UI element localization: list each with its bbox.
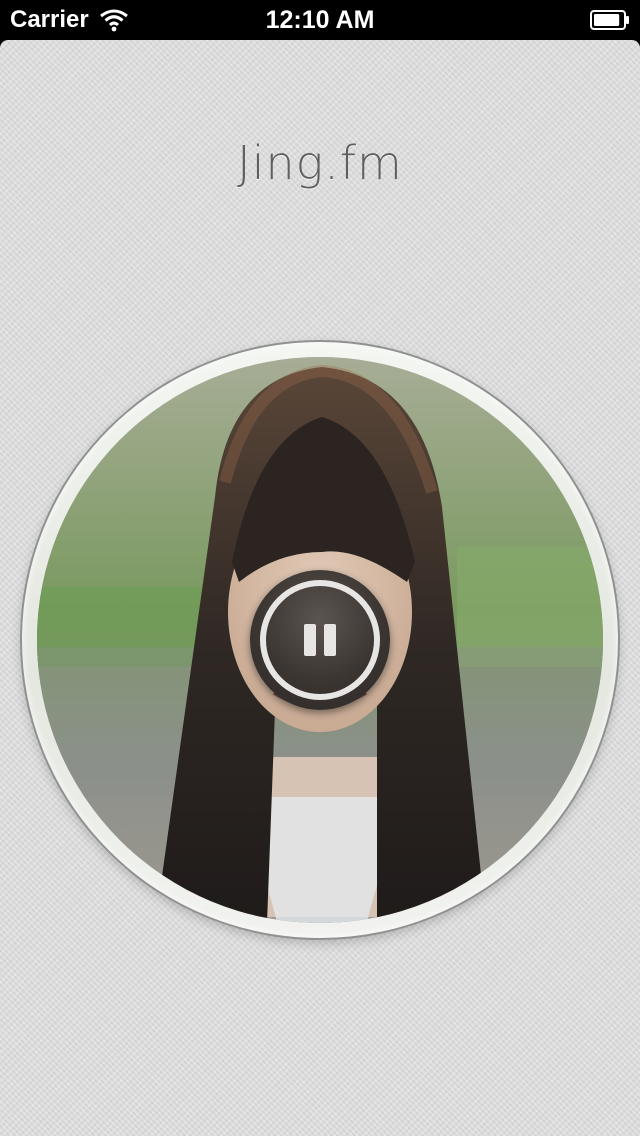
carrier-label: Carrier [10,6,89,33]
pause-icon [292,612,348,668]
status-left-group: Carrier [10,4,129,36]
status-bar: Carrier 12:10 AM [0,0,640,40]
battery-icon [590,10,630,30]
phone-screen: Carrier 12:10 AM Jing.fm [0,0,640,1136]
app-surface: Jing.fm [0,40,640,1136]
pause-button[interactable] [250,570,390,710]
battery-level-fill [594,14,620,26]
app-logo: Jing.fm [237,136,403,190]
wifi-icon [99,8,129,32]
